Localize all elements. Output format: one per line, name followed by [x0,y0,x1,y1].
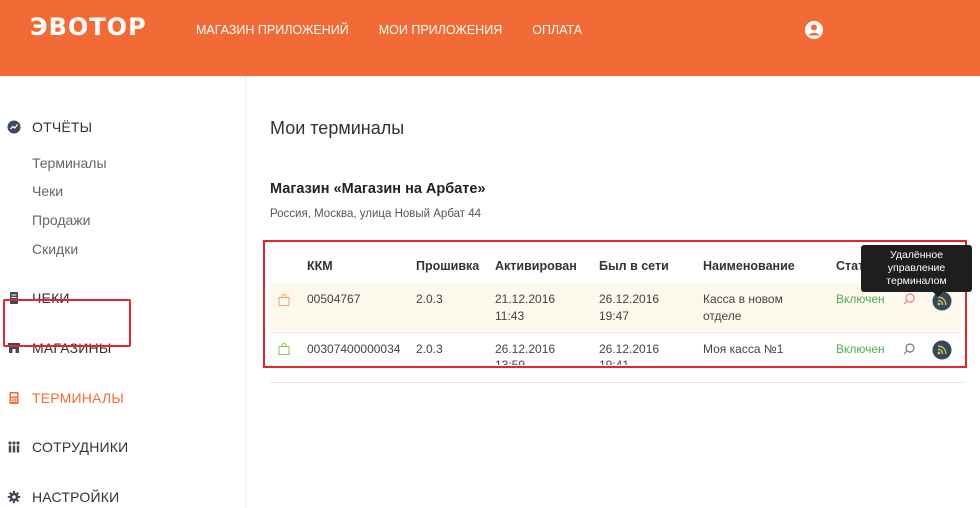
evotor-logo[interactable]: ЭВОТОР [30,14,147,40]
sidebar-subitem-sales[interactable]: Продажи [32,212,90,228]
sidebar-item-label: СОТРУДНИКИ [32,439,129,455]
sidebar-item-label: НАСТРОЙКИ [32,489,120,505]
store-name: Магазин «Магазин на Арбате» [270,181,486,197]
tooltip-arrow [933,292,943,297]
sidebar-subitem-discounts[interactable]: Скидки [32,241,78,257]
top-header: ЭВОТОР МАГАЗИН ПРИЛОЖЕНИЙ МОИ ПРИЛОЖЕНИЯ… [0,0,980,76]
nav-app-store[interactable]: МАГАЗИН ПРИЛОЖЕНИЙ [196,22,349,38]
top-nav: МАГАЗИН ПРИЛОЖЕНИЙ МОИ ПРИЛОЖЕНИЯ ОПЛАТА [196,22,612,38]
page-title: Мои терминалы [270,118,405,138]
gear-icon [7,490,21,504]
tooltip-line: Удалённое [889,249,944,261]
tooltip-line: управление [887,262,946,274]
sidebar-item-label: ТЕРМИНАЛЫ [32,390,124,406]
terminal-icon [9,392,19,404]
sidebar-subitem-terminals[interactable]: Терминалы [32,155,107,171]
nav-payment[interactable]: ОПЛАТА [532,22,582,38]
remote-control-tooltip: Удалённое управление терминалом [861,245,972,292]
sidebar-item-label: ОТЧЁТЫ [32,119,93,135]
tooltip-line: терминалом [886,275,947,287]
store-address: Россия, Москва, улица Новый Арбат 44 [270,208,482,220]
user-circle-icon[interactable] [804,20,824,40]
people-icon [8,441,20,453]
table-bottom-divider [270,382,966,383]
sidebar-subitem-receipts[interactable]: Чеки [32,183,63,199]
nav-my-apps[interactable]: МОИ ПРИЛОЖЕНИЯ [379,22,502,38]
chart-circle-icon [7,120,21,134]
active-item-highlight [3,299,131,347]
